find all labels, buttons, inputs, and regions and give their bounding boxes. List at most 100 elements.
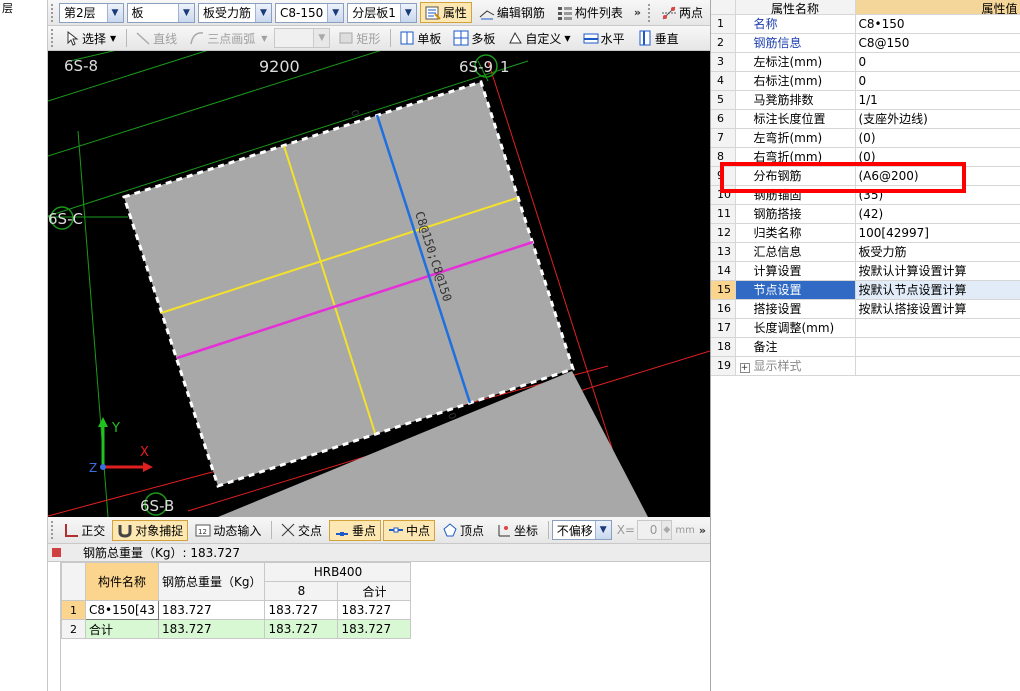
property-value-cell[interactable]: 按默认节点设置计算 bbox=[855, 280, 1020, 300]
sum-cell[interactable]: 183.727 bbox=[337, 619, 412, 639]
toolbar-grip[interactable] bbox=[51, 521, 54, 539]
property-name-cell[interactable]: 右标注(mm) bbox=[735, 71, 856, 91]
single-slab-button[interactable]: 单板 bbox=[394, 28, 446, 49]
property-name-cell[interactable]: + 显示样式 bbox=[735, 356, 856, 376]
property-value-cell[interactable]: C8•150 bbox=[855, 14, 1020, 34]
property-name-cell[interactable]: 节点设置 bbox=[735, 280, 856, 300]
property-row[interactable]: 4 右标注(mm) 0 bbox=[711, 71, 1020, 91]
properties-button[interactable]: 属性 bbox=[419, 2, 472, 23]
property-value-cell[interactable]: 按默认计算设置计算 bbox=[855, 261, 1020, 281]
table-row[interactable]: 2 合计 183.727 183.727 183.727 bbox=[61, 619, 412, 639]
property-value-cell[interactable] bbox=[855, 318, 1020, 338]
header-property-value[interactable]: 属性值 bbox=[855, 0, 1020, 15]
chevron-down-icon[interactable]: ▼ bbox=[313, 29, 330, 47]
property-row[interactable]: 3 左标注(mm) 0 bbox=[711, 52, 1020, 72]
perpendicular-button[interactable]: 垂点 bbox=[328, 519, 381, 541]
chevron-down-icon[interactable]: ▼ bbox=[594, 521, 611, 539]
floor-select[interactable]: 第2层 ▼ bbox=[58, 2, 124, 23]
total-weight-cell[interactable]: 183.727 bbox=[157, 600, 266, 620]
close-icon[interactable] bbox=[52, 548, 61, 557]
property-row[interactable]: 17 长度调整(mm) bbox=[711, 318, 1020, 338]
property-row[interactable]: 6 标注长度位置 (支座外边线) bbox=[711, 109, 1020, 129]
canvas-drawing[interactable]: C8@150;C8@150 0 0 6S-8 9200 6S-9 1 6S-C … bbox=[48, 51, 710, 517]
rectangle-button[interactable]: 矩形 bbox=[333, 28, 385, 49]
total-weight-cell[interactable]: 183.727 bbox=[157, 619, 266, 639]
property-name-cell[interactable]: 备注 bbox=[735, 337, 856, 357]
header-diameter[interactable]: 8 bbox=[264, 581, 339, 601]
chevron-down-icon[interactable]: ▼ bbox=[106, 3, 123, 22]
drawing-canvas[interactable]: C8@150;C8@150 0 0 6S-8 9200 6S-9 1 6S-C … bbox=[48, 51, 710, 517]
property-value-cell[interactable]: 100[42997] bbox=[855, 223, 1020, 243]
dynamic-input-button[interactable]: 12 动态输入 bbox=[190, 520, 266, 541]
property-name-cell[interactable]: 名称 bbox=[735, 14, 856, 34]
select-button[interactable]: 选择 ▼ bbox=[59, 28, 121, 49]
chevron-down-icon[interactable]: ▼ bbox=[261, 34, 267, 43]
property-value-cell[interactable]: 板受力筋 bbox=[855, 242, 1020, 262]
toolbar-grip[interactable] bbox=[51, 29, 55, 47]
header-component-name[interactable]: 构件名称 bbox=[85, 562, 159, 601]
property-value-cell[interactable]: (支座外边线) bbox=[855, 109, 1020, 129]
property-name-cell[interactable]: 标注长度位置 bbox=[735, 109, 856, 129]
line-button[interactable]: 直线 bbox=[130, 28, 182, 49]
expand-icon[interactable]: + bbox=[739, 363, 750, 373]
chevron-down-icon[interactable]: ▼ bbox=[254, 3, 271, 22]
diameter-weight-cell[interactable]: 183.727 bbox=[264, 600, 339, 620]
rebar-type-select[interactable]: 板受力筋 ▼ bbox=[197, 2, 272, 23]
property-row[interactable]: 12 归类名称 100[42997] bbox=[711, 223, 1020, 243]
coordinate-button[interactable]: 坐标 bbox=[491, 520, 543, 541]
property-name-cell[interactable]: 汇总信息 bbox=[735, 242, 856, 262]
property-value-cell[interactable]: 1/1 bbox=[855, 90, 1020, 110]
midpoint-button[interactable]: 中点 bbox=[383, 519, 436, 541]
property-row[interactable]: 1 名称 C8•150 bbox=[711, 14, 1020, 34]
sum-cell[interactable]: 183.727 bbox=[337, 600, 412, 620]
vertex-button[interactable]: 顶点 bbox=[437, 520, 489, 541]
property-name-cell[interactable]: 归类名称 bbox=[735, 223, 856, 243]
horizontal-button[interactable]: 水平 bbox=[578, 28, 630, 49]
chevron-down-icon[interactable]: ▼ bbox=[564, 34, 570, 43]
layer-select[interactable]: 分层板1 ▼ bbox=[347, 2, 417, 23]
object-snap-button[interactable]: 对象捕捉 bbox=[112, 519, 189, 541]
header-sum[interactable]: 合计 bbox=[337, 581, 412, 601]
property-name-cell[interactable]: 马凳筋排数 bbox=[735, 90, 856, 110]
toolbar-overflow-icon[interactable]: » bbox=[634, 6, 641, 19]
property-value-cell[interactable]: 0 bbox=[855, 52, 1020, 72]
property-value-cell[interactable]: C8@150 bbox=[855, 33, 1020, 53]
custom-button[interactable]: 自定义 ▼ bbox=[502, 28, 575, 49]
rebar-spec-select[interactable]: C8-150 ▼ bbox=[274, 2, 345, 23]
property-value-cell[interactable]: 按默认搭接设置计算 bbox=[855, 299, 1020, 319]
offset-select[interactable]: 不偏移 ▼ bbox=[551, 520, 612, 540]
property-row[interactable]: 19 + 显示样式 bbox=[711, 356, 1020, 376]
property-value-cell[interactable] bbox=[855, 356, 1020, 376]
three-point-arc-button[interactable]: 三点画弧 ▼ bbox=[184, 28, 272, 49]
component-name-cell[interactable]: 合计 bbox=[85, 619, 159, 639]
header-grade[interactable]: HRB400 bbox=[264, 562, 412, 582]
diameter-weight-cell[interactable]: 183.727 bbox=[264, 619, 339, 639]
property-value-cell[interactable]: 0 bbox=[855, 71, 1020, 91]
multi-slab-button[interactable]: 多板 bbox=[448, 28, 500, 49]
chevron-down-icon[interactable]: ▼ bbox=[177, 3, 194, 22]
table-row[interactable]: 1 C8•150[43 183.727 183.727 183.727 bbox=[61, 600, 412, 620]
property-name-cell[interactable]: 钢筋搭接 bbox=[735, 204, 856, 224]
toolbar-grip[interactable] bbox=[51, 3, 55, 22]
property-row[interactable]: 14 计算设置 按默认计算设置计算 bbox=[711, 261, 1020, 281]
component-list-button[interactable]: 构件列表 bbox=[552, 2, 628, 23]
property-name-cell[interactable]: 计算设置 bbox=[735, 261, 856, 281]
intersection-button[interactable]: 交点 bbox=[275, 520, 327, 541]
edit-rebar-button[interactable]: 编辑钢筋 bbox=[474, 2, 550, 23]
orthogonal-button[interactable]: 正交 bbox=[58, 520, 110, 541]
property-name-cell[interactable]: 左弯折(mm) bbox=[735, 128, 856, 148]
property-row[interactable]: 5 马凳筋排数 1/1 bbox=[711, 90, 1020, 110]
arc-option-select[interactable]: ▼ bbox=[274, 28, 331, 48]
chevron-down-icon[interactable]: ▼ bbox=[327, 3, 344, 22]
property-name-cell[interactable]: 长度调整(mm) bbox=[735, 318, 856, 338]
property-value-cell[interactable]: (0) bbox=[855, 128, 1020, 148]
property-row[interactable]: 15 节点设置 按默认节点设置计算 bbox=[711, 280, 1020, 300]
x-offset-input[interactable]: 0 ◆ bbox=[636, 520, 673, 540]
chevron-down-icon[interactable]: ▼ bbox=[110, 34, 116, 43]
property-row[interactable]: 7 左弯折(mm) (0) bbox=[711, 128, 1020, 148]
two-point-button[interactable]: 两点 bbox=[656, 2, 708, 23]
property-name-cell[interactable]: 左标注(mm) bbox=[735, 52, 856, 72]
component-name-cell[interactable]: C8•150[43 bbox=[85, 600, 159, 620]
property-row[interactable]: 16 搭接设置 按默认搭接设置计算 bbox=[711, 299, 1020, 319]
toolbar-grip[interactable] bbox=[648, 3, 652, 22]
